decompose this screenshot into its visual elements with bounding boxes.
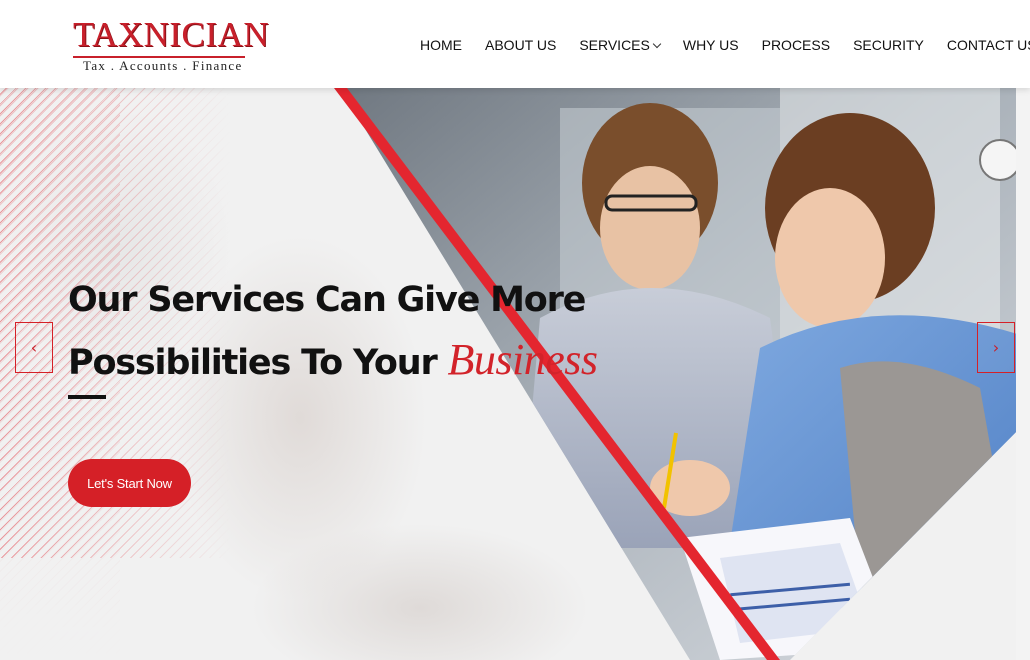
- slider-next-button[interactable]: ›: [977, 322, 1015, 373]
- headline-accent-word: Business: [447, 335, 598, 384]
- chevron-left-icon: ‹: [30, 337, 38, 357]
- main-nav: HOME ABOUT US SERVICES WHY US PROCESS SE…: [420, 35, 1030, 55]
- chevron-down-icon: [652, 39, 662, 48]
- site-header: TAXNICIAN Tax . Accounts . Finance HOME …: [0, 0, 1030, 88]
- headline-line-2: Possibilities To Your Business: [68, 330, 628, 393]
- hero-headline: Our Services Can Give More Possibilities…: [68, 270, 628, 393]
- headline-line-1: Our Services Can Give More: [68, 280, 586, 320]
- hero-slider: Our Services Can Give More Possibilities…: [0, 88, 1030, 660]
- nav-contact-us[interactable]: CONTACT US: [947, 37, 1030, 53]
- nav-contact-us-label: CONTACT US: [946, 37, 1030, 53]
- nav-about-us[interactable]: ABOUT US: [485, 37, 556, 53]
- headline-line-2-text: Possibilities To Your: [68, 343, 448, 383]
- nav-why-us[interactable]: WHY US: [683, 37, 739, 53]
- nav-security-label: SECURITY: [853, 37, 924, 53]
- lets-start-now-button[interactable]: Let's Start Now: [68, 459, 191, 507]
- brand-name: TAXNICIAN: [73, 15, 270, 54]
- nav-security[interactable]: SECURITY: [853, 37, 924, 53]
- brand-logo[interactable]: TAXNICIAN Tax . Accounts . Finance: [73, 15, 270, 74]
- nav-home[interactable]: HOME: [420, 37, 462, 53]
- nav-process[interactable]: PROCESS: [762, 37, 830, 53]
- slider-prev-button[interactable]: ‹: [15, 322, 53, 373]
- nav-about-us-label: ABOUT US: [485, 37, 557, 53]
- nav-home-label: HOME: [420, 37, 462, 53]
- nav-services-label: SERVICES: [579, 37, 650, 53]
- headline-divider: [68, 395, 106, 399]
- page-scrollbar[interactable]: [1016, 88, 1030, 660]
- brand-tagline: Tax . Accounts . Finance: [83, 58, 243, 73]
- nav-services[interactable]: SERVICES: [579, 37, 662, 53]
- nav-process-label: PROCESS: [761, 37, 831, 53]
- chevron-right-icon: ›: [992, 337, 1000, 357]
- nav-why-us-label: WHY US: [682, 37, 739, 53]
